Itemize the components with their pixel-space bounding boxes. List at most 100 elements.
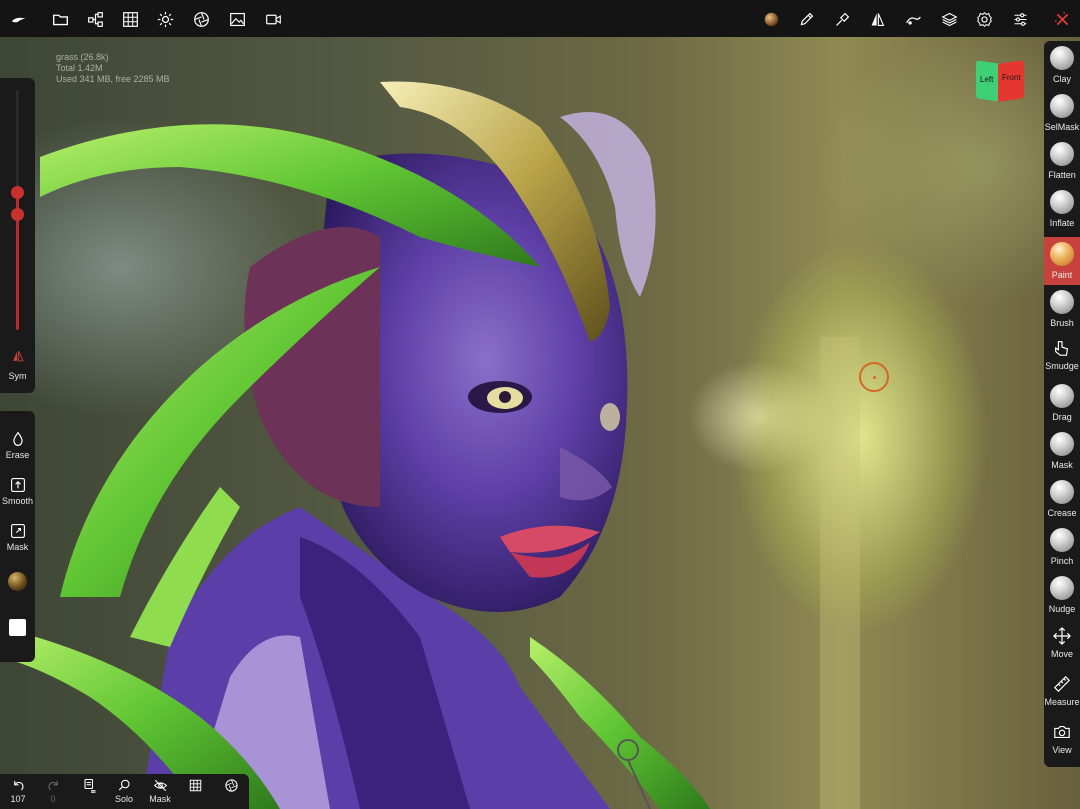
symmetry-icon[interactable] <box>866 8 888 30</box>
tool-label: Measure <box>1044 697 1080 707</box>
tool-view[interactable]: View <box>1044 715 1080 763</box>
tool-inflate[interactable]: Inflate <box>1044 185 1080 233</box>
brush-icon[interactable] <box>831 8 853 30</box>
inflate-icon <box>1050 190 1074 214</box>
sym-label: Sym <box>8 371 27 381</box>
camera-icon <box>1054 726 1070 738</box>
redo-icon <box>47 781 58 791</box>
clay-icon <box>1050 46 1074 70</box>
paint-icon <box>1050 242 1074 266</box>
stats-object: grass (26.8k) <box>56 52 109 62</box>
tool-label: Inflate <box>1049 218 1075 228</box>
tool-label: Move <box>1050 649 1073 659</box>
tool-nudge[interactable]: Nudge <box>1044 571 1080 619</box>
cube-label-front: Front <box>1002 73 1021 82</box>
tool-drag[interactable]: Drag <box>1044 379 1080 427</box>
nudge-icon <box>1050 576 1074 600</box>
stats-memory: Used 341 MB, free 2285 MB <box>56 74 170 84</box>
aperture-icon <box>224 779 238 792</box>
wireframe-button[interactable] <box>180 778 210 793</box>
mask-square-icon <box>10 524 25 538</box>
mask-toggle-label: Mask <box>149 794 171 804</box>
undo-icon <box>13 781 24 791</box>
solo-button[interactable]: Solo <box>109 778 139 804</box>
tool-palette: Clay SelMask Flatten Inflate Paint Brush… <box>1044 41 1080 767</box>
close-tools-icon[interactable] <box>1051 8 1073 30</box>
tool-move[interactable]: Move <box>1044 619 1080 667</box>
tool-brush[interactable]: Brush <box>1044 285 1080 333</box>
tool-label: Flatten <box>1048 170 1076 180</box>
tool-label: Smudge <box>1045 361 1079 371</box>
tool-clay[interactable]: Clay <box>1044 41 1080 89</box>
bottom-toolbar: 107 0 Solo Mask <box>0 774 249 809</box>
folder-icon[interactable] <box>49 8 71 30</box>
redo-button[interactable]: 0 <box>38 778 68 804</box>
top-toolbar <box>0 0 1080 37</box>
tool-label: Mask <box>1051 460 1073 470</box>
redo-count: 0 <box>50 794 56 804</box>
gear-icon[interactable] <box>973 8 995 30</box>
move-icon <box>1053 627 1071 645</box>
sliders-icon[interactable] <box>1009 8 1031 30</box>
drag-icon <box>1050 384 1074 408</box>
sun-icon[interactable] <box>154 8 176 30</box>
smudge-icon <box>1055 341 1069 356</box>
tool-label: Nudge <box>1048 604 1076 614</box>
mask-tool[interactable]: Mask <box>0 523 35 552</box>
sculpt-scene <box>0 81 860 809</box>
mask-label: Mask <box>6 542 29 552</box>
video-icon[interactable] <box>262 8 284 30</box>
layers-icon[interactable] <box>938 8 960 30</box>
pencil-icon[interactable] <box>795 8 817 30</box>
mask-visibility-button[interactable]: Mask <box>145 778 175 804</box>
tool-paint[interactable]: Paint <box>1044 237 1080 285</box>
eye-off-icon <box>153 779 167 792</box>
tool-flatten[interactable]: Flatten <box>1044 137 1080 185</box>
smooth-tool[interactable]: Smooth <box>0 477 35 506</box>
logo-icon[interactable] <box>7 8 29 30</box>
search-icon <box>118 779 130 791</box>
tool-pinch[interactable]: Pinch <box>1044 523 1080 571</box>
tool-label: Crease <box>1047 508 1077 518</box>
matcap-button[interactable] <box>216 778 246 793</box>
tool-mask[interactable]: Mask <box>1044 427 1080 475</box>
tool-selmask[interactable]: SelMask <box>1044 89 1080 137</box>
image-icon[interactable] <box>226 8 248 30</box>
orientation-cube[interactable]: Left Front <box>974 60 1026 104</box>
mask-ball-icon <box>1050 432 1074 456</box>
pinch-icon <box>1050 528 1074 552</box>
sym-toggle[interactable]: Sym <box>0 349 35 381</box>
brush-settings-panel: Sym <box>0 78 35 393</box>
tool-label: Clay <box>1052 74 1071 84</box>
drop-icon <box>12 431 23 447</box>
symmetry-toggle-icon <box>12 350 24 362</box>
color-swatch[interactable] <box>9 619 26 636</box>
crease-icon <box>1050 480 1074 504</box>
erase-tool[interactable]: Erase <box>0 431 35 460</box>
material-ball-icon[interactable] <box>8 572 27 591</box>
smooth-label: Smooth <box>1 496 34 506</box>
brush-tool-icon <box>1050 290 1074 314</box>
solo-label: Solo <box>114 794 133 804</box>
ruler-icon <box>1053 675 1071 693</box>
intensity-slider-handle[interactable] <box>11 207 24 221</box>
stats-total: Total 1.42M <box>56 63 103 73</box>
aperture-icon[interactable] <box>190 8 212 30</box>
stroke-icon[interactable] <box>902 8 924 30</box>
undo-button[interactable]: 107 <box>3 778 33 804</box>
tool-label: Brush <box>1050 318 1074 328</box>
tool-label: Drag <box>1052 412 1072 422</box>
tool-label: Pinch <box>1050 556 1074 566</box>
scene-graph-icon[interactable] <box>84 8 106 30</box>
tool-crease[interactable]: Crease <box>1044 475 1080 523</box>
radius-slider-handle[interactable] <box>11 186 24 199</box>
grid-icon[interactable] <box>119 8 141 30</box>
material-sphere-icon[interactable] <box>760 8 782 30</box>
tool-smudge[interactable]: Smudge <box>1044 331 1080 379</box>
undo-count: 107 <box>10 794 26 804</box>
scene-list-button[interactable] <box>74 778 104 793</box>
tool-measure[interactable]: Measure <box>1044 667 1080 715</box>
brush-cursor <box>859 362 889 392</box>
list-icon <box>83 778 95 793</box>
viewport-canvas[interactable]: grass (26.8k) Total 1.42M Used 341 MB, f… <box>0 37 1080 809</box>
